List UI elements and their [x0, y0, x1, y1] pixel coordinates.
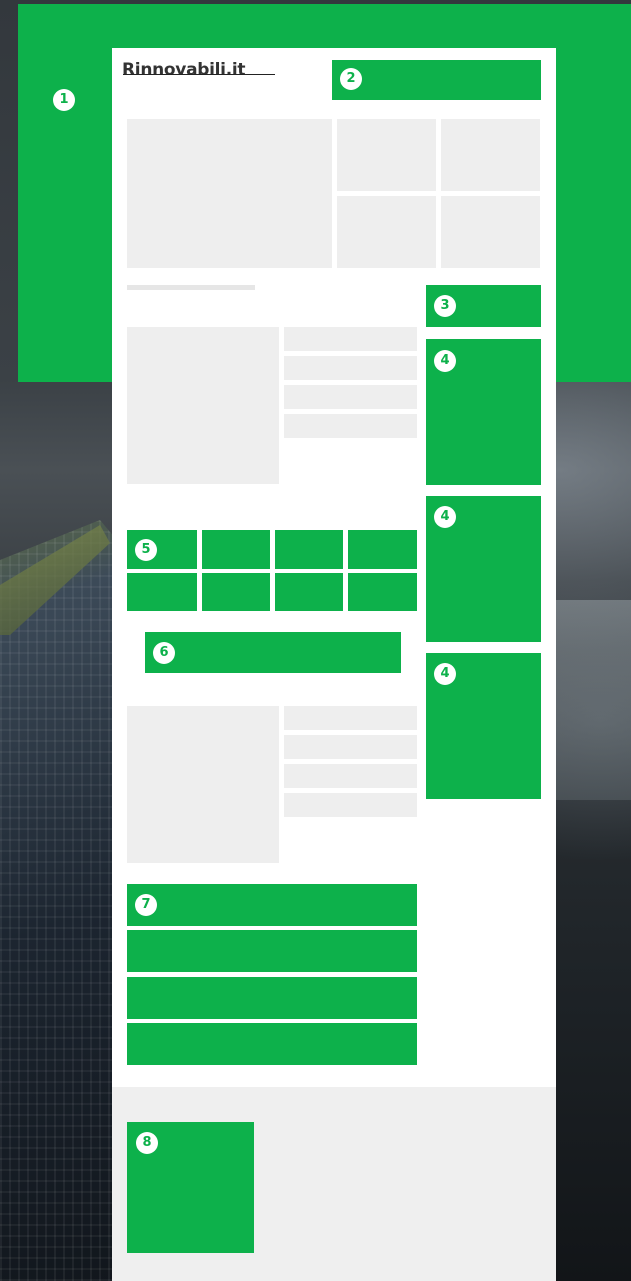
badge-7: 7: [135, 894, 157, 916]
region-6-banner: [145, 632, 401, 673]
region-5-grid-cell: [127, 573, 197, 611]
grid-tile: [337, 119, 436, 191]
article-image-placeholder: [127, 327, 279, 484]
region-5-grid-cell: [202, 530, 270, 569]
article-line-placeholder: [284, 385, 417, 409]
article-line-placeholder: [284, 793, 417, 817]
site-logo: Rinnovabili.it: [122, 60, 246, 80]
article-line-placeholder: [284, 414, 417, 438]
article-image-placeholder: [127, 706, 279, 863]
article-line-placeholder: [284, 706, 417, 730]
region-5-grid-cell: [275, 573, 343, 611]
region-7-list-row: [127, 930, 417, 972]
region-5-grid-cell: [202, 573, 270, 611]
region-7-list-row: [127, 1023, 417, 1065]
grid-tile: [441, 119, 540, 191]
region-5-grid-cell: [275, 530, 343, 569]
badge-4: 4: [434, 663, 456, 685]
badge-1: 1: [53, 89, 75, 111]
logo-underline: [123, 74, 275, 75]
region-7-list-row: [127, 884, 417, 926]
featured-image-placeholder: [127, 119, 332, 268]
article-line-placeholder: [284, 764, 417, 788]
badge-3: 3: [434, 295, 456, 317]
region-7-list-row: [127, 977, 417, 1019]
badge-4: 4: [434, 506, 456, 528]
article-line-placeholder: [284, 356, 417, 380]
region-2-header-box: [332, 60, 541, 100]
building-image: [0, 520, 125, 1281]
badge-6: 6: [153, 642, 175, 664]
region-5-grid-cell: [348, 530, 417, 569]
article-line-placeholder: [284, 327, 417, 351]
grid-tile: [441, 196, 540, 268]
badge-2: 2: [340, 68, 362, 90]
badge-4: 4: [434, 350, 456, 372]
article-line-placeholder: [284, 735, 417, 759]
region-5-grid-cell: [348, 573, 417, 611]
grid-tile: [337, 196, 436, 268]
section-title-placeholder: [127, 285, 255, 290]
badge-8: 8: [136, 1132, 158, 1154]
water-image: [556, 600, 631, 800]
badge-5: 5: [135, 539, 157, 561]
